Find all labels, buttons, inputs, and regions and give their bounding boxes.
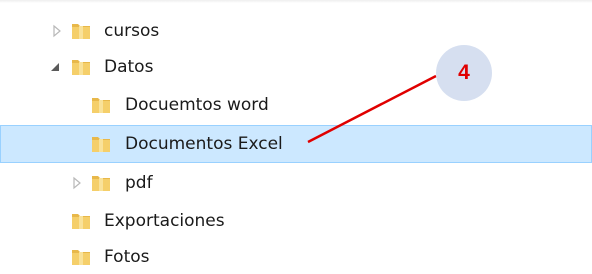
annotation-number: 4 (458, 61, 470, 84)
tree-item-exportaciones[interactable]: Exportaciones (0, 202, 592, 240)
tree-item-label: Fotos (104, 247, 150, 267)
tree-item-docuemtos-word[interactable]: Docuemtos word (0, 86, 592, 124)
tree-item-label: cursos (104, 21, 160, 41)
file-explorer-navigation-pane: cursos Datos Docuemtos word Documentos E… (0, 0, 592, 274)
chevron-right-icon[interactable] (70, 176, 84, 190)
triangle-down-icon[interactable] (48, 60, 62, 74)
tree-item-label: Exportaciones (104, 211, 225, 231)
tree-item-label: Datos (104, 57, 154, 77)
tree-item-label: Documentos Excel (125, 134, 283, 154)
folder-icon (72, 24, 90, 39)
top-divider (0, 0, 592, 3)
tree-item-documentos-excel[interactable]: Documentos Excel (0, 125, 592, 163)
folder-icon (72, 214, 90, 229)
tree-item-label: Docuemtos word (125, 95, 269, 115)
folder-icon (92, 98, 110, 113)
tree-item-fotos[interactable]: Fotos (0, 238, 592, 274)
folder-icon (92, 137, 110, 152)
folder-icon (72, 60, 90, 75)
folder-icon (92, 176, 110, 191)
folder-icon (72, 250, 90, 265)
annotation-callout: 4 (436, 45, 492, 101)
tree-item-cursos[interactable]: cursos (0, 12, 592, 50)
tree-item-pdf[interactable]: pdf (0, 164, 592, 202)
tree-item-label: pdf (125, 173, 153, 193)
tree-item-datos[interactable]: Datos (0, 48, 592, 86)
chevron-right-icon[interactable] (50, 24, 64, 38)
